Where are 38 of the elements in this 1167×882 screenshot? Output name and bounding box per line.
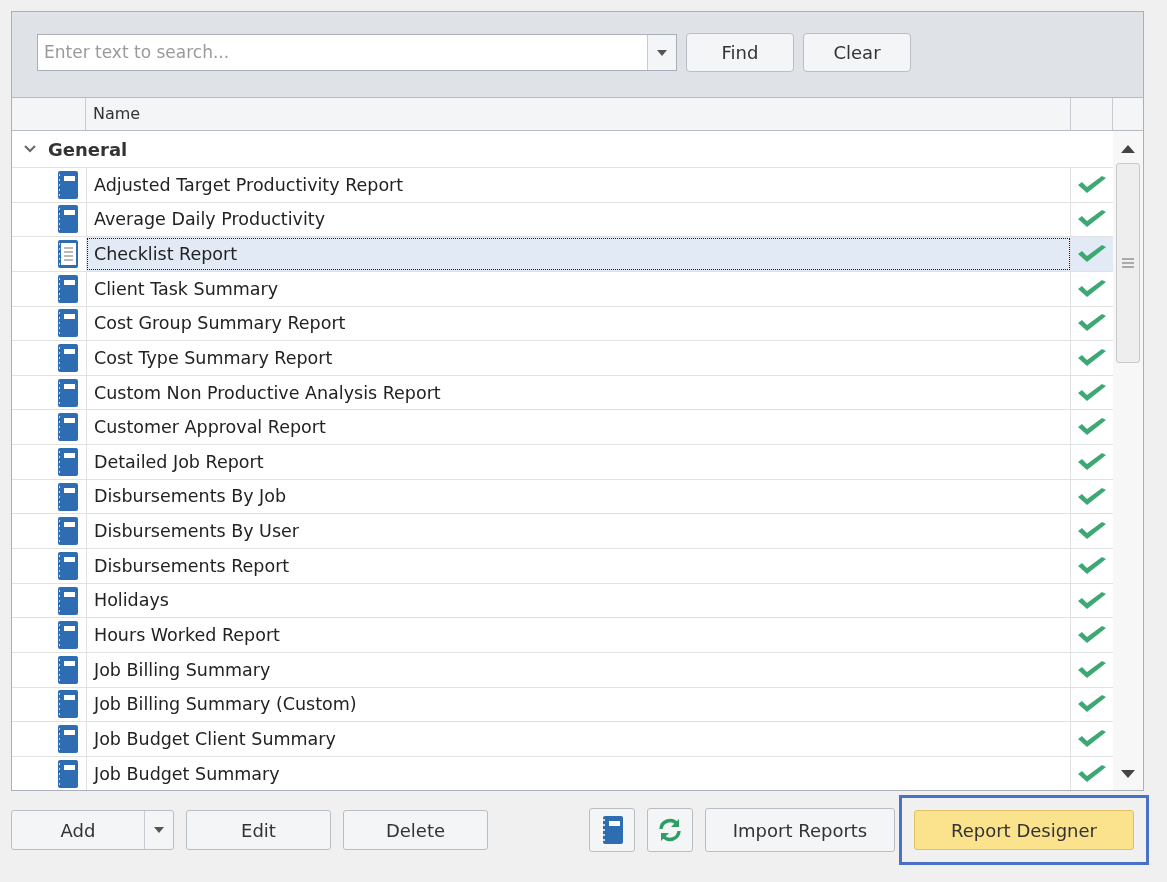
caret-icon	[154, 827, 164, 833]
clear-button[interactable]: Clear	[803, 33, 911, 72]
report-name[interactable]: Customer Approval Report	[86, 410, 1071, 445]
report-name[interactable]: Disbursements By Job	[86, 479, 1071, 514]
caret-icon	[657, 49, 667, 56]
edit-button[interactable]: Edit	[186, 810, 331, 850]
report-name[interactable]: Detailed Job Report	[86, 445, 1071, 479]
report-name[interactable]: Client Task Summary	[86, 271, 1071, 306]
import-reports-button[interactable]: Import Reports	[705, 808, 895, 852]
report-name[interactable]: Disbursements Report	[86, 549, 1071, 583]
report-name[interactable]: Job Budget Summary	[86, 756, 1071, 790]
report-name[interactable]: Adjusted Target Productivity Report	[86, 168, 1071, 202]
report-button[interactable]	[589, 808, 635, 852]
report-name[interactable]: Job Billing Summary	[86, 652, 1071, 687]
scroll-down-icon[interactable]	[1121, 770, 1135, 778]
report-name[interactable]: Disbursements By User	[86, 514, 1071, 549]
report-designer-button[interactable]: Report Designer	[914, 810, 1134, 850]
dropdown-button[interactable]	[647, 35, 676, 70]
find-button[interactable]: Find	[686, 33, 794, 72]
scrollbar[interactable]	[1113, 131, 1143, 790]
report-name[interactable]: Custom Non Productive Analysis Report	[86, 375, 1071, 410]
delete-button[interactable]: Delete	[343, 810, 488, 850]
report-name[interactable]: Holidays	[86, 583, 1071, 618]
report-name[interactable]: Average Daily Productivity	[86, 202, 1071, 237]
scroll-thumb[interactable]	[1116, 163, 1140, 363]
report-name[interactable]: Cost Group Summary Report	[86, 306, 1071, 341]
report-name[interactable]: Job Budget Client Summary	[86, 722, 1071, 756]
group-label: General	[48, 137, 128, 162]
add-split-button[interactable]: Add	[11, 810, 174, 850]
report-name[interactable]: Job Billing Summary (Custom)	[86, 687, 1071, 722]
collapse-chevron-icon[interactable]	[24, 145, 36, 153]
report-name[interactable]: Cost Type Summary Report	[86, 341, 1071, 375]
refresh-button[interactable]	[647, 808, 693, 852]
scroll-up-icon[interactable]	[1121, 145, 1135, 153]
report-name[interactable]: Hours Worked Report	[86, 618, 1071, 652]
grip-icon	[1122, 258, 1134, 268]
notebook-icon	[601, 816, 623, 844]
refresh-icon	[657, 817, 683, 843]
